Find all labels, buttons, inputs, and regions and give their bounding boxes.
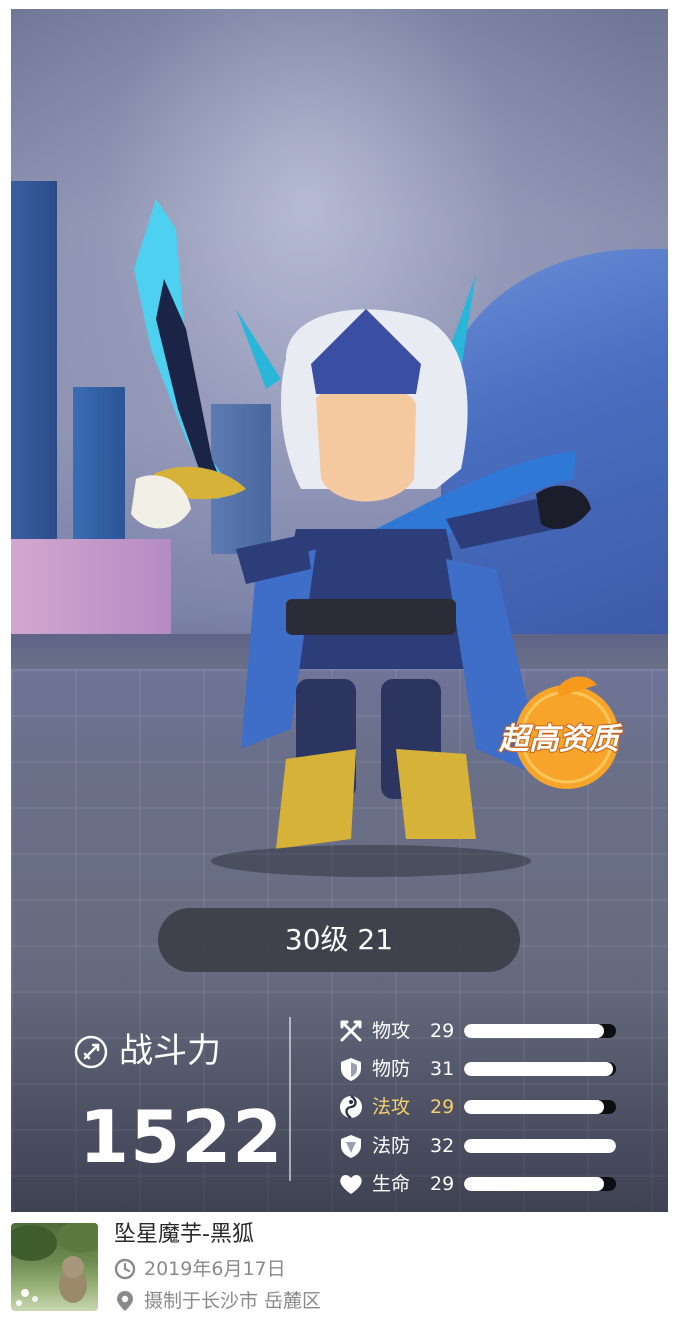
stats-divider: [289, 1017, 291, 1181]
shield-icon: [341, 1058, 361, 1081]
location-pin-icon: [117, 1291, 133, 1311]
stat-bar-fill: [464, 1062, 613, 1076]
stat-value: 29: [430, 1096, 455, 1118]
photo-location: 摄制于长沙市 岳麓区: [144, 1290, 322, 1312]
heart-icon: [340, 1175, 362, 1194]
stat-value: 32: [430, 1135, 455, 1157]
combat-power-value: 1522: [79, 1095, 284, 1179]
stat-name: 法攻: [372, 1096, 411, 1118]
magic-shield-icon: [341, 1135, 361, 1158]
character-scene: 超高资质 30级 21 战斗力 1522 物攻 29 物防 31 法攻 29 法防 32 生命 2…: [11, 9, 668, 1212]
stat-value: 29: [430, 1020, 455, 1042]
level-pill: 30级 21: [158, 908, 520, 972]
badge-text: 超高资质: [498, 722, 623, 757]
boot-right: [396, 749, 476, 839]
belt: [286, 599, 456, 635]
stat-name: 物攻: [372, 1020, 411, 1042]
stat-value: 29: [430, 1173, 455, 1195]
thumbnail-figure: [11, 1223, 98, 1306]
combat-power-label: 战斗力: [119, 1031, 221, 1071]
ear-left: [236, 309, 281, 389]
shadow: [211, 845, 531, 877]
stat-value: 31: [430, 1058, 455, 1080]
stat-bar-fill: [464, 1177, 604, 1191]
right-hand: [536, 485, 591, 529]
photo-info-footer: 坠星魔芋-黑狐 2019年6月17日 摄制于长沙市 岳麓区: [0, 1212, 677, 1334]
stat-name: 生命: [372, 1173, 411, 1195]
clock-icon: [114, 1258, 136, 1280]
stat-bar-fill: [464, 1139, 616, 1153]
stat-bar: [464, 1177, 616, 1191]
building-left: [11, 181, 57, 561]
magic-swirl-icon: [340, 1095, 362, 1119]
combat-power-icon: [74, 1035, 108, 1069]
stat-bar: [464, 1100, 616, 1114]
stat-bar: [464, 1062, 616, 1076]
stat-bar-fill: [464, 1100, 604, 1114]
crossed-swords-icon: [340, 1020, 362, 1042]
stat-bar: [464, 1139, 616, 1153]
stat-bar-fill: [464, 1024, 604, 1038]
quality-badge: 超高资质: [497, 676, 624, 789]
photo-thumbnail[interactable]: [11, 1223, 98, 1311]
stat-name: 物防: [372, 1058, 411, 1080]
photo-date: 2019年6月17日: [144, 1258, 286, 1280]
face: [316, 384, 416, 502]
boot-left: [276, 749, 356, 849]
stat-bar: [464, 1024, 616, 1038]
photo-title: 坠星魔芋-黑狐: [114, 1222, 254, 1247]
stat-name: 法防: [372, 1135, 411, 1157]
